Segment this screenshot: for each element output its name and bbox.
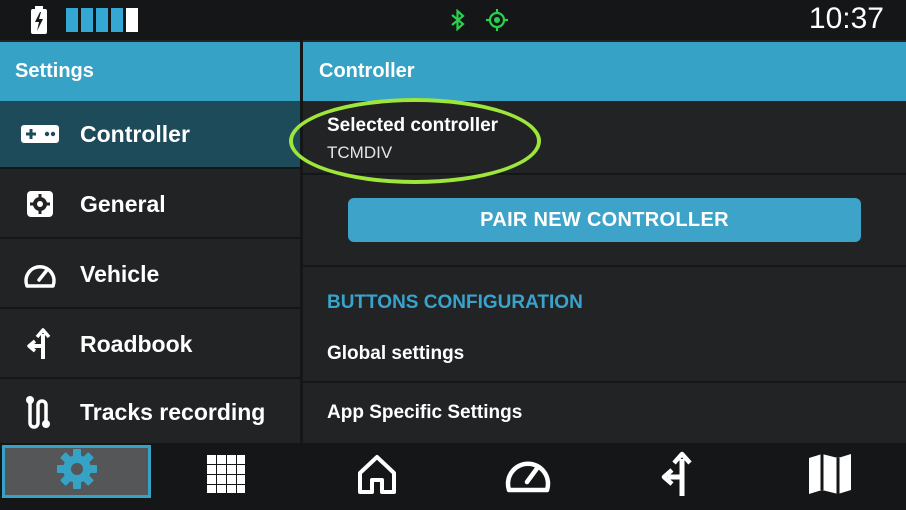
battery-level-indicator <box>66 8 138 32</box>
track-path-icon <box>0 395 80 429</box>
sidebar-item-label: Tracks recording <box>80 398 266 425</box>
sidebar-item-general[interactable]: General <box>0 171 300 239</box>
clock: 10:37 <box>808 2 884 35</box>
page-title: Controller <box>303 42 906 101</box>
app-specific-settings-label: App Specific Settings <box>327 401 523 423</box>
sidebar-item-label: Vehicle <box>80 260 160 287</box>
turn-arrow-icon <box>660 451 696 502</box>
bottom-navigation <box>0 443 906 510</box>
global-settings-row[interactable]: Global settings <box>303 326 906 383</box>
sidebar-item-label: Roadbook <box>80 330 193 357</box>
sidebar-item-roadbook[interactable]: Roadbook <box>0 311 300 379</box>
sidebar-item-label: General <box>80 190 166 217</box>
sidebar-title: Settings <box>0 42 300 101</box>
global-settings-label: Global settings <box>327 342 465 364</box>
home-icon <box>356 453 398 500</box>
sidebar-item-vehicle[interactable]: Vehicle <box>0 241 300 309</box>
gps-fix-icon <box>486 9 508 36</box>
nav-speedometer-button[interactable] <box>454 443 602 510</box>
nav-roadbook-button[interactable] <box>604 443 752 510</box>
sidebar-item-controller[interactable]: Controller <box>0 101 300 169</box>
speedometer-icon <box>503 454 553 499</box>
turn-arrow-icon <box>0 328 80 360</box>
buttons-configuration-heading: BUTTONS CONFIGURATION <box>327 292 583 313</box>
nav-map-button[interactable] <box>756 443 904 510</box>
status-bar: 10:37 <box>0 0 906 40</box>
pair-new-controller-button[interactable]: PAIR NEW CONTROLLER <box>348 198 861 242</box>
gear-icon <box>55 447 99 496</box>
nav-apps-button[interactable] <box>152 443 300 510</box>
gamepad-icon <box>0 123 80 145</box>
app-specific-settings-row[interactable]: App Specific Settings <box>303 384 906 441</box>
bluetooth-icon <box>449 8 467 36</box>
highlight-annotation <box>289 98 541 184</box>
apps-grid-icon <box>206 454 246 499</box>
nav-home-button[interactable] <box>303 443 451 510</box>
speedometer-icon <box>0 259 80 289</box>
sidebar-item-label: Controller <box>80 120 190 147</box>
map-icon <box>807 452 853 501</box>
battery-charging-icon <box>30 6 48 39</box>
nav-settings-button[interactable] <box>2 445 151 498</box>
sidebar-item-tracks-recording[interactable]: Tracks recording <box>0 381 300 443</box>
gear-icon <box>0 189 80 219</box>
